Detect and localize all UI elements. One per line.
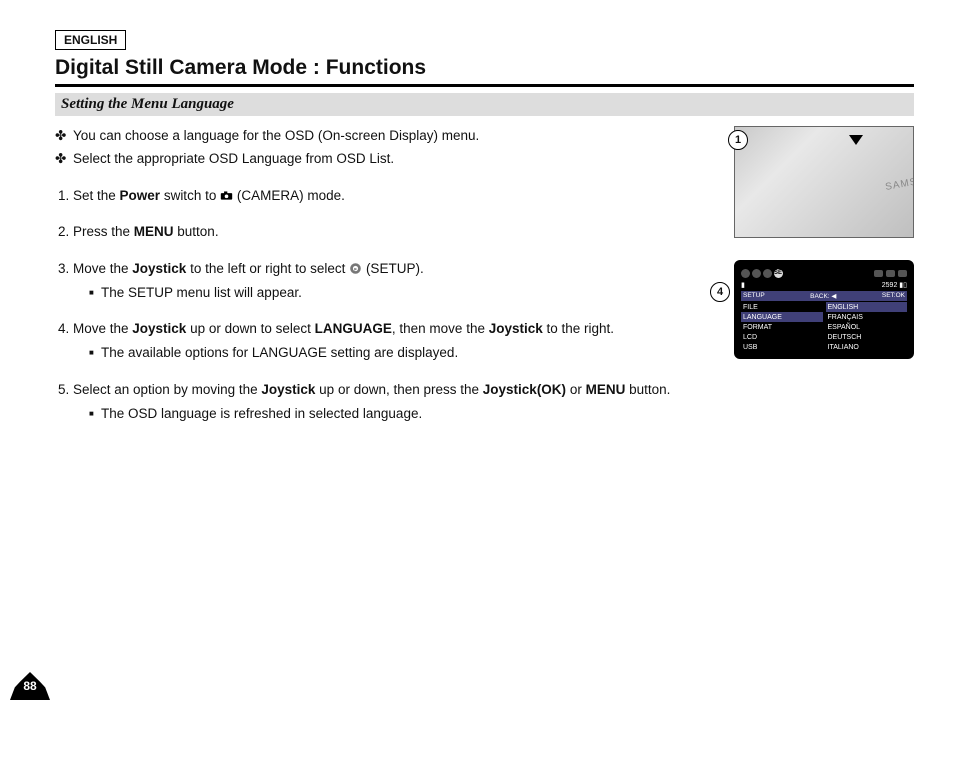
page-number-badge: 88 [10,672,50,700]
setup-icon: F [349,262,362,275]
figure-number: 1 [728,130,748,150]
sub-item: The OSD language is refreshed in selecte… [89,404,714,424]
step-item: Select an option by moving the Joystick … [73,380,714,425]
intro-bullets: You can choose a language for the OSD (O… [73,126,714,168]
osd-option: ITALIANO [826,342,908,352]
sub-item: The SETUP menu list will appear. [89,283,714,303]
camera-illustration [734,126,914,238]
osd-left-column: FILE LANGUAGE FORMAT LCD USB [741,302,823,352]
osd-option: ESPAÑOL [826,322,908,332]
osd-screen: SET ▮ 2592 ▮▯ SETUP BACK: ◀ SET:OK [734,260,914,359]
osd-menu-item: LCD [741,332,823,342]
osd-option-selected: ENGLISH [826,302,908,312]
osd-menu-item: USB [741,342,823,352]
step-item: Set the Power switch to (CAMERA) mode. [73,186,714,206]
manual-page: ENGLISH Digital Still Camera Mode : Func… [0,0,954,720]
osd-option: DEUTSCH [826,332,908,342]
figure-4: 4 SET ▮ 2592 ▮▯ SETUP [734,260,914,359]
osd-file-icon: ▮ [741,281,745,289]
sub-item: The available options for LANGUAGE setti… [89,343,714,363]
osd-counter: 2592 ▮▯ [882,281,907,289]
osd-tabs: SET [741,269,783,278]
osd-tab-selected: SET [774,269,783,278]
osd-status-icons [874,270,907,277]
osd-title-bar: SETUP BACK: ◀ SET:OK [741,291,907,301]
step-item: Press the MENU button. [73,222,714,242]
language-tag: ENGLISH [55,30,126,50]
figure-number: 4 [710,282,730,302]
step-item: Move the Joystick up or down to select L… [73,319,714,364]
bullet-item: You can choose a language for the OSD (O… [73,126,714,146]
page-title: Digital Still Camera Mode : Functions [55,56,914,87]
osd-option: FRANÇAIS [826,312,908,322]
step-item: Move the Joystick to the left or right t… [73,259,714,304]
osd-right-column: ENGLISH FRANÇAIS ESPAÑOL DEUTSCH ITALIAN… [826,302,908,352]
body-text: You can choose a language for the OSD (O… [55,126,714,440]
steps-list: Set the Power switch to (CAMERA) mode. P… [73,186,714,424]
section-heading: Setting the Menu Language [55,93,914,116]
figure-1: 1 [734,126,914,238]
osd-menu-item: FORMAT [741,322,823,332]
osd-menu-item: FILE [741,302,823,312]
bullet-item: Select the appropriate OSD Language from… [73,149,714,169]
camera-icon [220,189,233,202]
osd-menu-item-selected: LANGUAGE [741,312,823,322]
